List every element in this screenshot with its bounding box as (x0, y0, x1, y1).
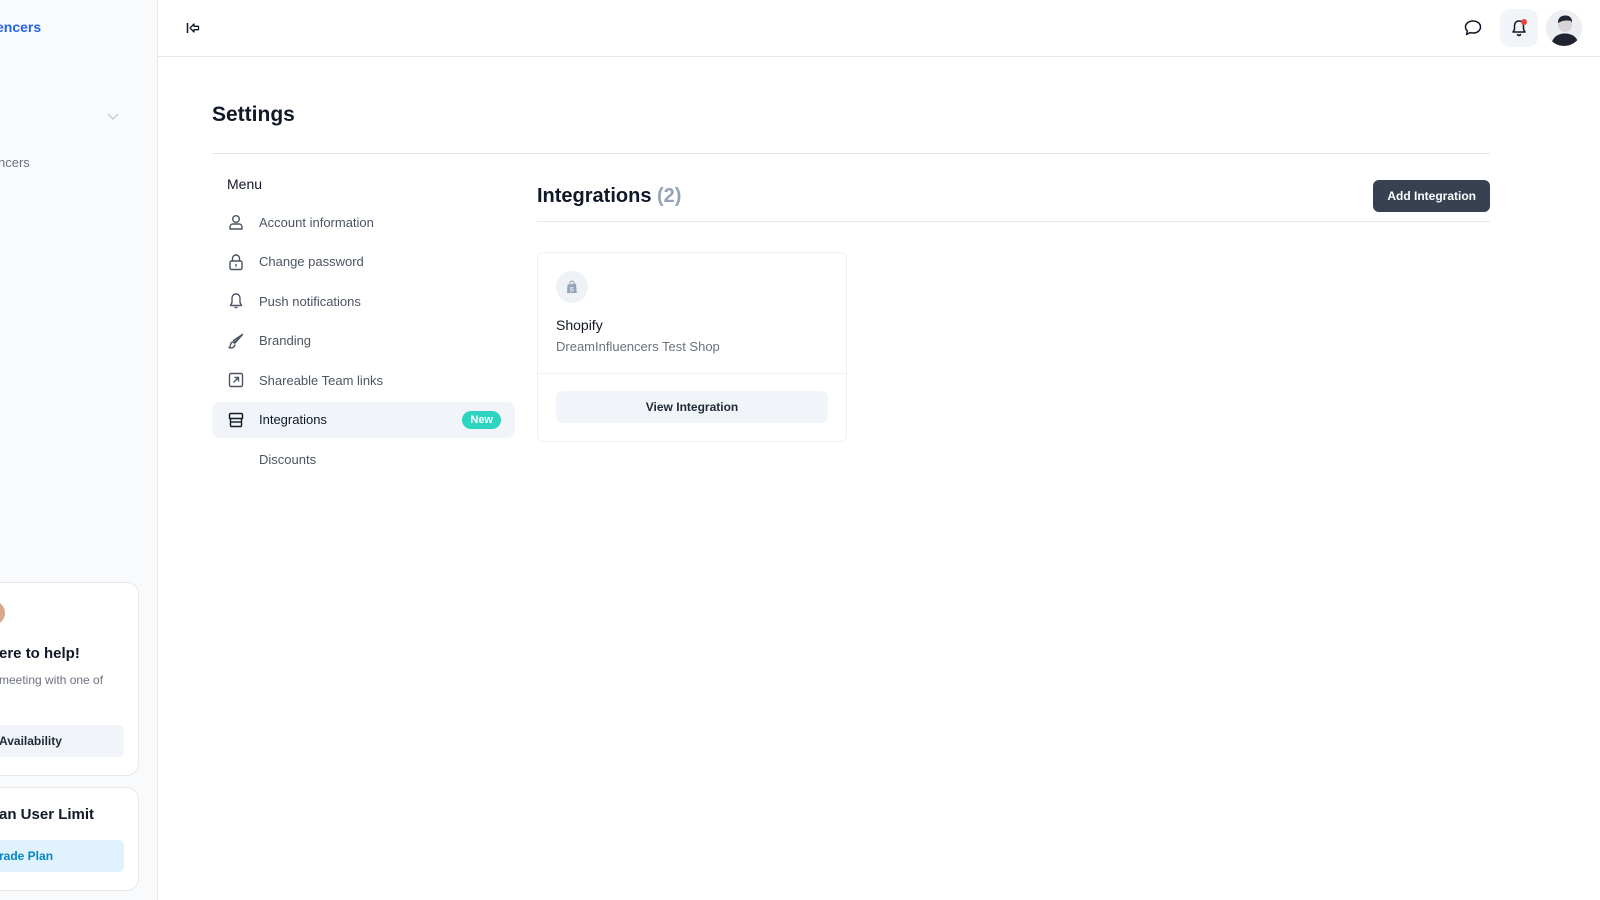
menu-item-branding[interactable]: Branding (212, 323, 515, 359)
avatar-image (1546, 10, 1582, 46)
menu-item-push-notifications[interactable]: Push notifications (212, 283, 515, 319)
support-avatar (0, 601, 5, 625)
integrations-title: Integrations (2) (537, 185, 681, 208)
menu-item-integrations[interactable]: Integrations New (212, 401, 515, 438)
collapse-sidebar-icon (186, 23, 200, 33)
notifications-button[interactable] (1500, 9, 1538, 47)
topbar (158, 0, 1600, 57)
discount-icon-placeholder (226, 450, 246, 470)
menu-item-label: Push notifications (259, 293, 361, 309)
menu-item-label: Discounts (259, 452, 317, 468)
title-divider (212, 153, 1490, 154)
svg-text:S: S (570, 286, 575, 293)
brush-icon (226, 331, 246, 351)
app-sidebar: encers ncers ere to help! meeting with o… (0, 0, 158, 900)
store-icon (226, 410, 246, 430)
menu-item-discounts[interactable]: Discounts (212, 442, 515, 478)
menu-item-label: Shareable Team links (259, 372, 384, 388)
user-icon (226, 212, 246, 232)
menu-item-shareable-team-links[interactable]: Shareable Team links (212, 362, 515, 398)
menu-heading: Menu (227, 176, 263, 192)
user-limit-card: an User Limit rade Plan (0, 787, 139, 891)
integration-name: Shopify (556, 317, 603, 333)
chevron-down-icon[interactable] (107, 112, 119, 122)
topbar-actions (1454, 9, 1582, 47)
external-link-icon (226, 370, 246, 390)
help-card: ere to help! meeting with one of Availab… (0, 582, 139, 776)
chat-icon (1464, 20, 1482, 36)
menu-item-change-password[interactable]: Change password (212, 244, 515, 280)
menu-item-label: Integrations (259, 412, 327, 428)
menu-item-label: Branding (259, 333, 312, 349)
menu-item-label: Change password (259, 254, 364, 270)
menu-item-account-information[interactable]: Account information (212, 204, 515, 240)
collapse-sidebar-button[interactable] (184, 19, 202, 37)
messages-button[interactable] (1454, 9, 1492, 47)
sidebar-nav-item[interactable]: ncers (0, 155, 30, 170)
card-divider (538, 373, 846, 374)
integrations-header: Integrations (2) Add Integration (537, 175, 1490, 217)
integrations-count: (2) (657, 184, 682, 207)
lock-icon (226, 252, 246, 272)
integration-description: DreamInfluencers Test Shop (556, 339, 720, 354)
help-card-text: meeting with one of (0, 673, 104, 687)
view-integration-button[interactable]: View Integration (556, 391, 828, 423)
bell-icon (226, 291, 246, 311)
add-integration-button[interactable]: Add Integration (1373, 180, 1490, 212)
help-card-title: ere to help! (0, 645, 80, 662)
shopify-bag-icon: S (556, 271, 588, 303)
notification-dot (1521, 19, 1527, 25)
new-badge: New (462, 410, 501, 429)
user-limit-title: an User Limit (0, 806, 95, 823)
integrations-panel: Integrations (2) Add Integration S Shopi… (537, 175, 1490, 442)
user-avatar[interactable] (1546, 10, 1582, 46)
integration-card-shopify: S Shopify DreamInfluencers Test Shop Vie… (537, 252, 847, 442)
upgrade-plan-button[interactable]: rade Plan (0, 840, 124, 872)
page-title: Settings (212, 103, 295, 126)
menu-item-label: Account information (259, 214, 374, 230)
integrations-title-text: Integrations (537, 184, 652, 207)
check-availability-button[interactable]: Availability (0, 725, 124, 757)
settings-menu: Menu Account information Change password… (212, 176, 515, 481)
content-divider (537, 221, 1490, 222)
brand-logo-text[interactable]: encers (0, 19, 41, 35)
